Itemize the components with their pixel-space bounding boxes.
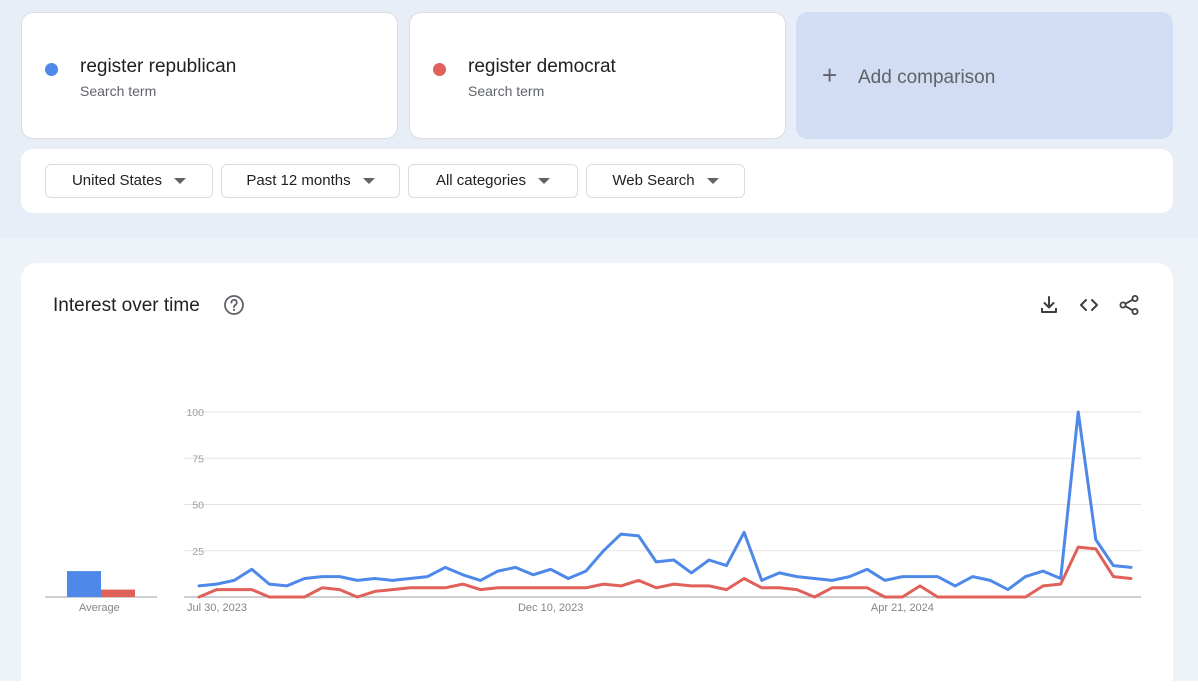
caret-down-icon: [362, 178, 375, 185]
caret-down-icon: [706, 178, 719, 185]
series-line[interactable]: [197, 410, 1133, 592]
filter-bar: United States Past 12 months All categor…: [21, 149, 1173, 213]
y-tick-label: 75: [192, 453, 204, 465]
search-type-filter-label: Web Search: [612, 172, 695, 189]
time-range-filter-dropdown[interactable]: Past 12 months: [221, 164, 400, 198]
average-label: Average: [79, 602, 120, 614]
y-tick-label: 100: [186, 407, 204, 419]
interest-over-time-panel: Interest over time 25 50 75 100 Jul 30, 2023…: [21, 263, 1173, 693]
average-bar[interactable]: [67, 571, 101, 597]
caret-down-icon: [174, 178, 187, 185]
search-term-name: register democrat: [468, 56, 616, 77]
search-term-card-republican[interactable]: register republican Search term: [21, 12, 398, 139]
y-tick-label: 50: [192, 500, 204, 512]
series-color-dot-icon: [45, 63, 58, 76]
series-line[interactable]: [197, 545, 1133, 599]
add-comparison-button[interactable]: + Add comparison: [796, 12, 1173, 139]
search-term-type: Search term: [468, 83, 545, 99]
plus-icon: +: [822, 60, 838, 90]
caret-down-icon: [538, 178, 551, 185]
search-term-name: register republican: [80, 56, 237, 77]
region-filter-label: United States: [71, 172, 163, 189]
search-type-filter-dropdown[interactable]: Web Search: [586, 164, 745, 198]
time-range-filter-label: Past 12 months: [246, 172, 351, 189]
y-tick-label: 25: [192, 546, 204, 558]
add-comparison-label: Add comparison: [858, 67, 996, 88]
search-term-card-democrat[interactable]: register democrat Search term: [409, 12, 786, 139]
category-filter-label: All categories: [435, 172, 527, 189]
average-bar[interactable]: [101, 589, 135, 597]
x-tick-label: Jul 30, 2023: [187, 602, 247, 614]
search-term-type: Search term: [80, 83, 157, 99]
x-tick-label: Apr 21, 2024: [871, 602, 934, 614]
interest-over-time-chart[interactable]: 25 50 75 100 Jul 30, 2023 Dec 10, 2023 Apr 21,…: [21, 263, 1173, 663]
region-filter-dropdown[interactable]: United States: [45, 164, 213, 198]
category-filter-dropdown[interactable]: All categories: [408, 164, 578, 198]
x-tick-label: Dec 10, 2023: [518, 602, 583, 614]
series-color-dot-icon: [433, 63, 446, 76]
